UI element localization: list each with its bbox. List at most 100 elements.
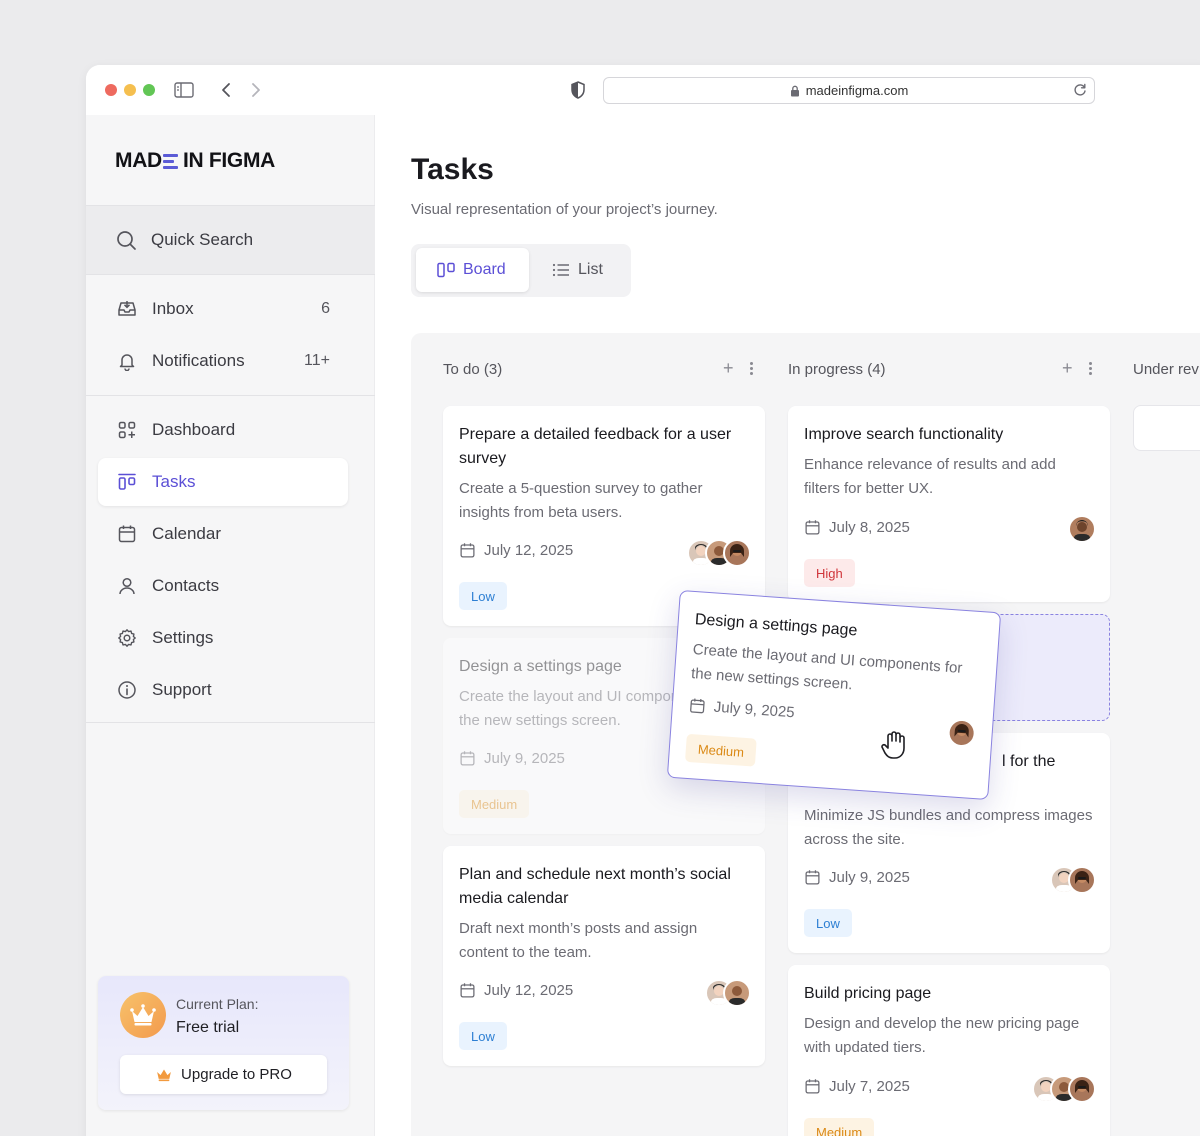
sidebar-item-calendar[interactable]: Calendar <box>98 510 348 558</box>
task-title: Plan and schedule next month’s social me… <box>459 866 731 907</box>
task-card[interactable]: Build pricing page Design and develop th… <box>788 965 1110 1136</box>
priority-badge: Medium <box>684 733 758 767</box>
column-placeholder-card[interactable] <box>1133 405 1200 451</box>
calendar-icon <box>116 523 138 545</box>
forward-icon[interactable] <box>244 78 268 102</box>
quick-search-label: Quick Search <box>151 230 254 249</box>
sidebar-item-label: Dashboard <box>152 420 236 439</box>
avatar[interactable] <box>1068 1075 1096 1103</box>
page-subtitle: Visual representation of your project’s … <box>411 201 718 218</box>
task-date-text: July 8, 2025 <box>829 519 910 536</box>
board-view-label: Board <box>463 261 506 278</box>
sidebar-item-label: Contacts <box>152 576 220 595</box>
notifications-count-badge: 11+ <box>304 352 330 369</box>
sidebar-toggle-icon[interactable] <box>172 78 196 102</box>
page-title: Tasks <box>411 153 494 186</box>
task-title: Prepare a detailed feedback for a user s… <box>459 426 732 467</box>
avatar[interactable] <box>946 718 977 748</box>
user-icon <box>116 575 138 597</box>
maximize-window-button[interactable] <box>143 84 155 96</box>
sidebar-item-label: Support <box>152 680 212 699</box>
upgrade-button[interactable]: Upgrade to PRO <box>120 1055 327 1094</box>
back-icon[interactable] <box>214 78 238 102</box>
board-icon <box>437 262 455 278</box>
task-title: Build pricing page <box>804 985 932 1002</box>
task-card[interactable]: Plan and schedule next month’s social me… <box>443 846 765 1066</box>
avatar[interactable] <box>1068 866 1096 894</box>
calendar-icon <box>459 982 476 999</box>
priority-badge: Low <box>459 1022 507 1050</box>
assignee-avatars <box>705 979 751 1007</box>
sidebar-item-support[interactable]: Support <box>98 666 348 714</box>
task-date: July 9, 2025 <box>688 697 795 721</box>
close-window-button[interactable] <box>105 84 117 96</box>
sidebar-item-label: Notifications <box>152 351 245 370</box>
logo-text-left: MAD <box>115 149 162 172</box>
view-toggle: Board List <box>411 244 631 297</box>
quick-search-button[interactable]: Quick Search <box>86 205 375 275</box>
task-description: Design and develop the new pricing page … <box>804 1015 1080 1056</box>
inbox-icon <box>116 298 138 320</box>
calendar-icon <box>459 750 476 767</box>
task-date: July 9, 2025 <box>459 750 565 767</box>
sidebar-item-settings[interactable]: Settings <box>98 614 348 662</box>
task-date: July 9, 2025 <box>804 869 910 886</box>
task-date-text: July 9, 2025 <box>713 698 796 722</box>
brand-logo[interactable]: MAD IN FIGMA <box>115 149 275 173</box>
bell-icon <box>116 350 138 372</box>
minimize-window-button[interactable] <box>124 84 136 96</box>
privacy-shield-icon[interactable] <box>566 78 590 102</box>
avatar[interactable] <box>1068 515 1096 543</box>
sidebar-item-label: Calendar <box>152 524 221 543</box>
task-card[interactable]: Improve search functionality Enhance rel… <box>788 406 1110 602</box>
sidebar-item-dashboard[interactable]: Dashboard <box>98 406 348 454</box>
assignee-avatars <box>1068 515 1096 543</box>
reload-icon[interactable] <box>1072 82 1088 98</box>
task-description: Draft next month’s posts and assign cont… <box>459 920 698 961</box>
crown-icon <box>120 992 166 1038</box>
column-actions-todo: + <box>723 358 753 379</box>
sidebar-item-inbox[interactable]: Inbox 6 <box>98 285 348 333</box>
add-task-button[interactable]: + <box>1062 358 1073 379</box>
sidebar-item-notifications[interactable]: Notifications 11+ <box>98 337 348 385</box>
dragging-task-card[interactable]: Design a settings page Create the layout… <box>666 589 1002 801</box>
sidebar-item-label: Tasks <box>152 472 196 491</box>
priority-badge: Low <box>459 582 507 610</box>
task-date: July 8, 2025 <box>804 519 910 536</box>
avatar[interactable] <box>723 539 751 567</box>
task-description: Create a 5-question survey to gather ins… <box>459 480 703 521</box>
current-plan-card: Current Plan: Free trial Upgrade to PRO <box>98 976 349 1110</box>
browser-window: madeinfigma.com MAD IN FIGMA Quick Searc… <box>86 65 1200 1136</box>
priority-badge: High <box>804 559 855 587</box>
avatar[interactable] <box>723 979 751 1007</box>
list-view-button[interactable]: List <box>531 248 626 292</box>
more-options-icon[interactable] <box>749 362 753 375</box>
url-text: madeinfigma.com <box>805 83 909 98</box>
priority-badge: Medium <box>459 790 530 818</box>
task-title: Improve search functionality <box>804 426 1004 443</box>
task-date-text: July 12, 2025 <box>484 982 574 999</box>
add-task-button[interactable]: + <box>723 358 734 379</box>
task-description: Enhance relevance of results and add fil… <box>804 456 1056 497</box>
calendar-icon <box>804 519 821 536</box>
list-view-label: List <box>578 261 603 278</box>
tasks-icon <box>116 471 138 493</box>
plan-name: Free trial <box>176 1019 240 1036</box>
address-bar[interactable]: madeinfigma.com <box>603 77 1095 104</box>
list-icon <box>552 263 570 277</box>
priority-badge: Low <box>804 909 852 937</box>
board-view-button[interactable]: Board <box>416 248 529 292</box>
sidebar-item-tasks[interactable]: Tasks <box>98 458 348 506</box>
assignee-avatars <box>1032 1075 1096 1103</box>
crown-icon <box>155 1067 173 1082</box>
calendar-icon <box>688 697 706 715</box>
task-description: Minimize JS bundles and compress images … <box>804 807 1093 848</box>
plan-label: Current Plan: <box>176 996 259 1012</box>
dashboard-icon <box>116 419 138 441</box>
calendar-icon <box>804 869 821 886</box>
sidebar-item-contacts[interactable]: Contacts <box>98 562 348 610</box>
task-date-text: July 12, 2025 <box>484 542 574 559</box>
more-options-icon[interactable] <box>1088 362 1092 375</box>
task-date: July 12, 2025 <box>459 982 573 999</box>
assignee-avatars <box>1050 866 1096 894</box>
